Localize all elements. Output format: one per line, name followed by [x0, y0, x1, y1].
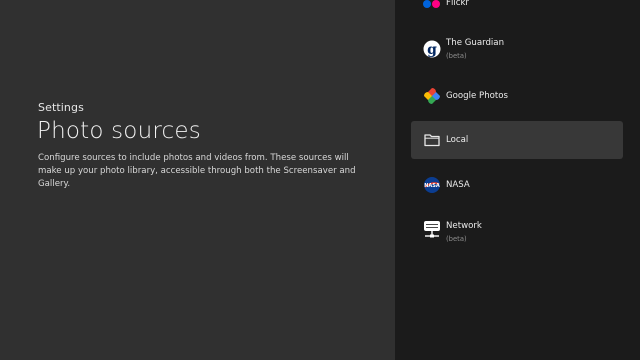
screen: Settings Photo sources Configure sources… [0, 0, 640, 360]
svg-text:g: g [427, 42, 437, 58]
breadcrumb: Settings [38, 101, 84, 114]
settings-info-panel: Settings Photo sources Configure sources… [0, 0, 395, 360]
source-label: Flickr [446, 0, 469, 8]
source-label: Network [446, 221, 482, 231]
source-label: Local [446, 135, 469, 145]
source-sublabel: (beta) [446, 52, 467, 60]
source-label: NASA [446, 180, 470, 190]
source-item-flickr[interactable]: Flickr [411, 0, 623, 23]
flickr-icon [422, 0, 442, 14]
guardian-icon: g [422, 39, 442, 59]
source-label: Google Photos [446, 91, 509, 101]
source-item-the-guardian[interactable]: g The Guardian (beta) [411, 33, 623, 71]
source-sublabel: (beta) [446, 235, 467, 243]
svg-text:NASA: NASA [424, 183, 440, 189]
sources-list: Flickr g The Guardian (beta) Google Phot… [395, 0, 640, 360]
page-description: Configure sources to include photos and … [38, 153, 356, 189]
google-photos-icon [422, 86, 442, 106]
network-drive-icon [422, 220, 442, 240]
nasa-icon: NASA [422, 175, 442, 195]
page-title: Photo sources [37, 118, 201, 144]
source-item-network[interactable]: Network (beta) [411, 210, 623, 248]
source-item-nasa[interactable]: NASA NASA [411, 165, 623, 203]
source-label: The Guardian [446, 38, 505, 48]
source-item-google-photos[interactable]: Google Photos [411, 77, 623, 115]
folder-icon [422, 130, 442, 150]
source-item-local[interactable]: Local [411, 121, 623, 159]
